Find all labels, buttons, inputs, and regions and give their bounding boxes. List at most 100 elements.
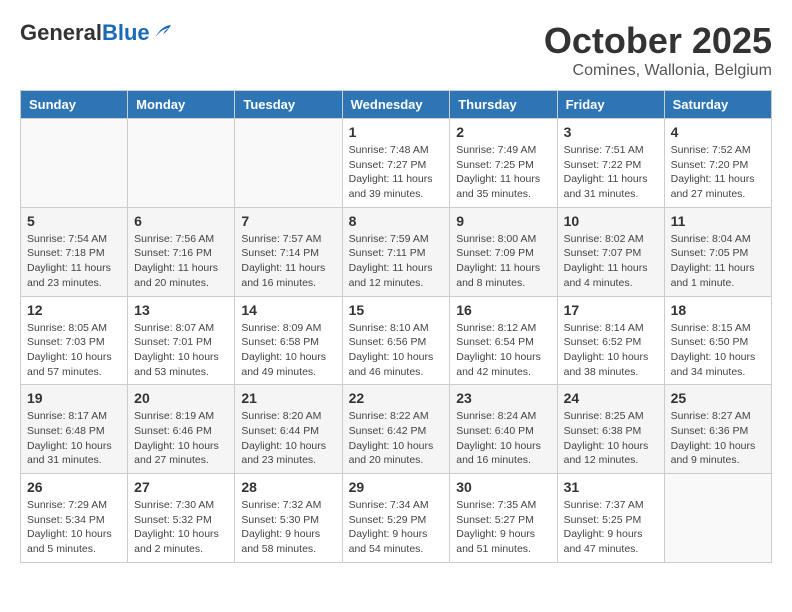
col-tuesday: Tuesday xyxy=(235,91,342,119)
table-row: 23Sunrise: 8:24 AMSunset: 6:40 PMDayligh… xyxy=(450,385,557,474)
day-info: Sunrise: 7:32 AMSunset: 5:30 PMDaylight:… xyxy=(241,498,335,557)
calendar-week-row: 1 Sunrise: 7:48 AMSunset: 7:27 PMDaylight… xyxy=(21,119,772,208)
col-monday: Monday xyxy=(128,91,235,119)
day-number: 21 xyxy=(241,390,335,406)
day-number: 1 xyxy=(349,124,444,140)
logo-general-text: General xyxy=(20,20,102,46)
day-info: Sunrise: 7:54 AMSunset: 7:18 PMDaylight:… xyxy=(27,232,121,291)
day-info: Sunrise: 8:15 AMSunset: 6:50 PMDaylight:… xyxy=(671,321,765,380)
day-info: Sunrise: 8:25 AMSunset: 6:38 PMDaylight:… xyxy=(564,409,658,468)
logo-blue-text: Blue xyxy=(102,20,150,46)
day-info: Sunrise: 8:05 AMSunset: 7:03 PMDaylight:… xyxy=(27,321,121,380)
col-friday: Friday xyxy=(557,91,664,119)
day-info: Sunrise: 7:30 AMSunset: 5:32 PMDaylight:… xyxy=(134,498,228,557)
table-row: 24 Sunrise: 8:25 AMSunset: 6:38 PMDayligh… xyxy=(557,385,664,474)
day-number: 18 xyxy=(671,302,765,318)
table-row: 21 Sunrise: 8:20 AMSunset: 6:44 PMDayligh… xyxy=(235,385,342,474)
day-number: 15 xyxy=(349,302,444,318)
day-info: Sunrise: 8:19 AMSunset: 6:46 PMDaylight:… xyxy=(134,409,228,468)
table-row: 26Sunrise: 7:29 AMSunset: 5:34 PMDayligh… xyxy=(21,474,128,563)
table-row: 12 Sunrise: 8:05 AMSunset: 7:03 PMDayligh… xyxy=(21,296,128,385)
table-row: 6Sunrise: 7:56 AMSunset: 7:16 PMDaylight… xyxy=(128,207,235,296)
calendar-week-row: 26Sunrise: 7:29 AMSunset: 5:34 PMDayligh… xyxy=(21,474,772,563)
calendar-week-row: 19 Sunrise: 8:17 AMSunset: 6:48 PMDayligh… xyxy=(21,385,772,474)
table-row: 7 Sunrise: 7:57 AMSunset: 7:14 PMDaylight… xyxy=(235,207,342,296)
day-number: 25 xyxy=(671,390,765,406)
day-info: Sunrise: 8:02 AMSunset: 7:07 PMDaylight:… xyxy=(564,232,658,291)
table-row: 11 Sunrise: 8:04 AMSunset: 7:05 PMDayligh… xyxy=(664,207,771,296)
day-info: Sunrise: 7:57 AMSunset: 7:14 PMDaylight:… xyxy=(241,232,335,291)
table-row: 31 Sunrise: 7:37 AMSunset: 5:25 PMDayligh… xyxy=(557,474,664,563)
page-header: General Blue October 2025 Comines, Wallo… xyxy=(20,20,772,80)
day-number: 28 xyxy=(241,479,335,495)
day-number: 13 xyxy=(134,302,228,318)
table-row: 14Sunrise: 8:09 AMSunset: 6:58 PMDayligh… xyxy=(235,296,342,385)
day-number: 31 xyxy=(564,479,658,495)
calendar-header-row: Sunday Monday Tuesday Wednesday Thursday… xyxy=(21,91,772,119)
table-row: 22 Sunrise: 8:22 AMSunset: 6:42 PMDayligh… xyxy=(342,385,450,474)
day-info: Sunrise: 7:34 AMSunset: 5:29 PMDaylight:… xyxy=(349,498,444,557)
table-row: 29 Sunrise: 7:34 AMSunset: 5:29 PMDayligh… xyxy=(342,474,450,563)
table-row: 10 Sunrise: 8:02 AMSunset: 7:07 PMDayligh… xyxy=(557,207,664,296)
day-info: Sunrise: 8:14 AMSunset: 6:52 PMDaylight:… xyxy=(564,321,658,380)
table-row: 5 Sunrise: 7:54 AMSunset: 7:18 PMDaylight… xyxy=(21,207,128,296)
day-number: 27 xyxy=(134,479,228,495)
day-info: Sunrise: 8:00 AMSunset: 7:09 PMDaylight:… xyxy=(456,232,550,291)
table-row: 2Sunrise: 7:49 AMSunset: 7:25 PMDaylight… xyxy=(450,119,557,208)
day-info: Sunrise: 8:27 AMSunset: 6:36 PMDaylight:… xyxy=(671,409,765,468)
table-row: 4 Sunrise: 7:52 AMSunset: 7:20 PMDaylight… xyxy=(664,119,771,208)
day-number: 10 xyxy=(564,213,658,229)
table-row: 25 Sunrise: 8:27 AMSunset: 6:36 PMDayligh… xyxy=(664,385,771,474)
table-row: 15Sunrise: 8:10 AMSunset: 6:56 PMDayligh… xyxy=(342,296,450,385)
day-number: 20 xyxy=(134,390,228,406)
col-saturday: Saturday xyxy=(664,91,771,119)
day-info: Sunrise: 7:37 AMSunset: 5:25 PMDaylight:… xyxy=(564,498,658,557)
day-number: 22 xyxy=(349,390,444,406)
table-row: 9 Sunrise: 8:00 AMSunset: 7:09 PMDaylight… xyxy=(450,207,557,296)
table-row: 18 Sunrise: 8:15 AMSunset: 6:50 PMDayligh… xyxy=(664,296,771,385)
table-row xyxy=(664,474,771,563)
table-row xyxy=(235,119,342,208)
day-info: Sunrise: 8:24 AMSunset: 6:40 PMDaylight:… xyxy=(456,409,550,468)
calendar-table: Sunday Monday Tuesday Wednesday Thursday… xyxy=(20,90,772,563)
day-number: 19 xyxy=(27,390,121,406)
page-subtitle: Comines, Wallonia, Belgium xyxy=(544,62,772,80)
day-info: Sunrise: 8:20 AMSunset: 6:44 PMDaylight:… xyxy=(241,409,335,468)
logo: General Blue xyxy=(20,20,173,46)
logo-bird-icon xyxy=(153,24,173,40)
day-number: 26 xyxy=(27,479,121,495)
day-number: 7 xyxy=(241,213,335,229)
day-number: 24 xyxy=(564,390,658,406)
day-number: 11 xyxy=(671,213,765,229)
col-sunday: Sunday xyxy=(21,91,128,119)
day-number: 29 xyxy=(349,479,444,495)
day-info: Sunrise: 7:48 AMSunset: 7:27 PMDaylight:… xyxy=(349,143,444,202)
table-row: 1 Sunrise: 7:48 AMSunset: 7:27 PMDaylight… xyxy=(342,119,450,208)
day-number: 8 xyxy=(349,213,444,229)
day-number: 16 xyxy=(456,302,550,318)
day-info: Sunrise: 7:35 AMSunset: 5:27 PMDaylight:… xyxy=(456,498,550,557)
title-block: October 2025 Comines, Wallonia, Belgium xyxy=(544,20,772,80)
day-number: 6 xyxy=(134,213,228,229)
day-number: 9 xyxy=(456,213,550,229)
day-info: Sunrise: 8:04 AMSunset: 7:05 PMDaylight:… xyxy=(671,232,765,291)
table-row: 30Sunrise: 7:35 AMSunset: 5:27 PMDayligh… xyxy=(450,474,557,563)
day-info: Sunrise: 7:52 AMSunset: 7:20 PMDaylight:… xyxy=(671,143,765,202)
day-info: Sunrise: 8:07 AMSunset: 7:01 PMDaylight:… xyxy=(134,321,228,380)
day-number: 5 xyxy=(27,213,121,229)
day-number: 17 xyxy=(564,302,658,318)
day-number: 3 xyxy=(564,124,658,140)
day-info: Sunrise: 8:12 AMSunset: 6:54 PMDaylight:… xyxy=(456,321,550,380)
day-info: Sunrise: 8:22 AMSunset: 6:42 PMDaylight:… xyxy=(349,409,444,468)
day-info: Sunrise: 8:17 AMSunset: 6:48 PMDaylight:… xyxy=(27,409,121,468)
table-row: 17 Sunrise: 8:14 AMSunset: 6:52 PMDayligh… xyxy=(557,296,664,385)
day-number: 2 xyxy=(456,124,550,140)
table-row: 27 Sunrise: 7:30 AMSunset: 5:32 PMDayligh… xyxy=(128,474,235,563)
day-info: Sunrise: 8:09 AMSunset: 6:58 PMDaylight:… xyxy=(241,321,335,380)
day-info: Sunrise: 7:59 AMSunset: 7:11 PMDaylight:… xyxy=(349,232,444,291)
table-row xyxy=(128,119,235,208)
day-info: Sunrise: 7:51 AMSunset: 7:22 PMDaylight:… xyxy=(564,143,658,202)
day-number: 12 xyxy=(27,302,121,318)
day-number: 4 xyxy=(671,124,765,140)
table-row: 13 Sunrise: 8:07 AMSunset: 7:01 PMDayligh… xyxy=(128,296,235,385)
